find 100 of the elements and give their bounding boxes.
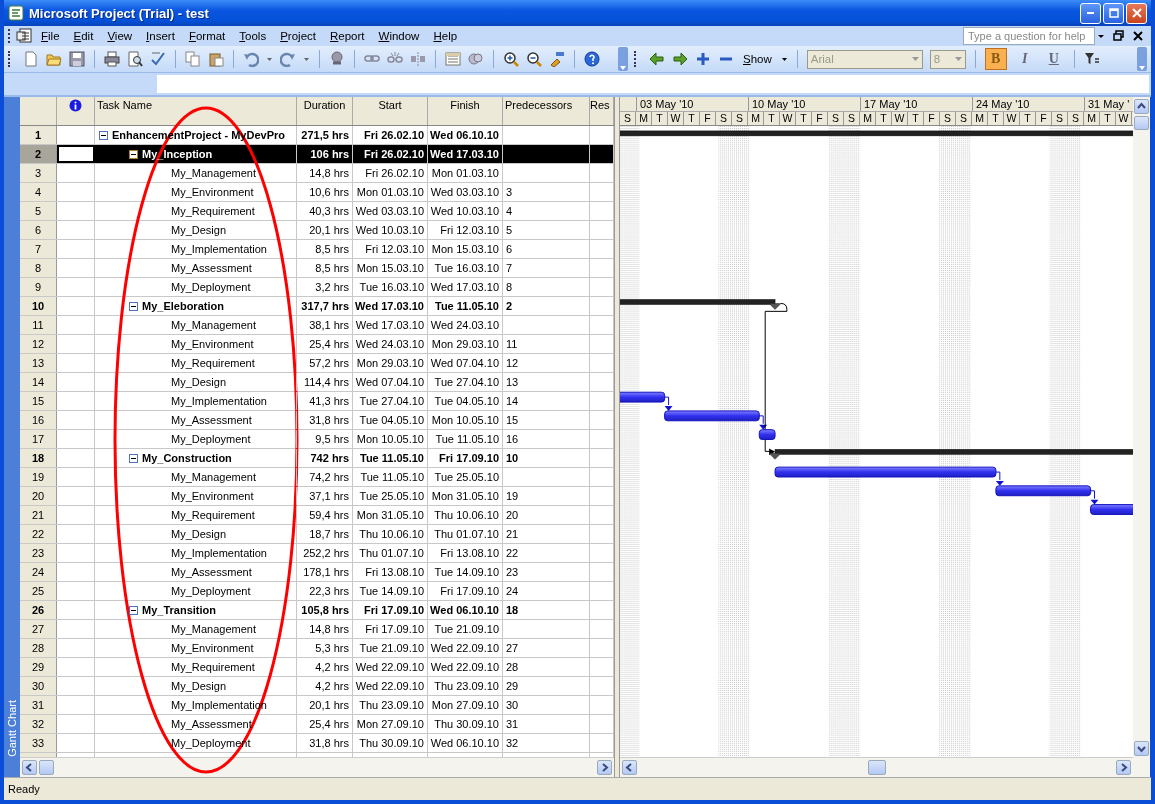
column-header[interactable]: Finish <box>428 97 503 125</box>
task-row[interactable]: 26 My_Transition 105,8 hrs Fri 17.09.10 Wed 06.10.10 18 <box>20 601 614 620</box>
task-row[interactable]: 28 My_Environment 5,3 hrs Tue 21.09.10 Wed 22.09.10 27 <box>20 639 614 658</box>
scroll-right-button[interactable] <box>597 760 612 775</box>
task-row[interactable]: 32 My_Assessment 25,4 hrs Mon 27.09.10 Thu 30.09.10 31 <box>20 715 614 734</box>
column-header[interactable]: Duration <box>297 97 353 125</box>
task-row[interactable]: 14 My_Design 114,4 hrs Wed 07.04.10 Tue 27.04.10 13 <box>20 373 614 392</box>
finish-date-cell: Wed 17.03.10 <box>428 145 503 163</box>
menu-item[interactable]: Format <box>181 28 233 44</box>
entry-field[interactable] <box>157 75 1149 93</box>
zoom-in-icon[interactable] <box>503 51 519 67</box>
menu-item[interactable]: Tools <box>232 28 274 44</box>
menu-item[interactable]: Edit <box>66 28 101 44</box>
task-row[interactable]: 4 My_Environment 10,6 hrs Mon 01.03.10 Wed 03.03.10 3 <box>20 183 614 202</box>
show-menu-button[interactable]: Show <box>741 53 774 65</box>
print-preview-icon[interactable] <box>127 51 143 67</box>
restore-icon[interactable] <box>1113 30 1125 42</box>
filter-icon[interactable] <box>1083 51 1100 67</box>
task-row[interactable]: 22 My_Design 18,7 hrs Thu 10.06.10 Thu 01.07.10 21 <box>20 525 614 544</box>
task-row[interactable]: 6 My_Design 20,1 hrs Wed 10.03.10 Fri 12.03.10 5 <box>20 221 614 240</box>
task-row[interactable]: 19 My_Management 74,2 hrs Tue 11.05.10 Tue 25.05.10 <box>20 468 614 487</box>
menu-item[interactable]: Report <box>323 28 372 44</box>
task-row[interactable]: 9 My_Deployment 3,2 hrs Tue 16.03.10 Wed 17.03.10 8 <box>20 278 614 297</box>
predecessors-cell: 8 <box>503 278 590 296</box>
task-row[interactable]: 17 My_Deployment 9,5 hrs Mon 10.05.10 Tue 11.05.10 16 <box>20 430 614 449</box>
scroll-down-button[interactable] <box>1134 741 1149 756</box>
toolbar-options-icon[interactable] <box>619 63 627 71</box>
task-row[interactable]: 15 My_Implementation 41,3 hrs Tue 27.04.10 Tue 04.05.10 14 <box>20 392 614 411</box>
task-bar[interactable] <box>664 410 760 422</box>
scroll-right-button[interactable] <box>1116 760 1131 775</box>
task-row[interactable]: 7 My_Implementation 8,5 hrs Fri 12.03.10 Mon 15.03.10 6 <box>20 240 614 259</box>
zoom-out-icon[interactable] <box>526 51 542 67</box>
collapse-icon[interactable] <box>129 301 138 311</box>
left-arrow-icon[interactable] <box>649 51 665 67</box>
minimize-button[interactable] <box>1080 2 1101 24</box>
task-bar[interactable] <box>995 485 1092 497</box>
summary-bar[interactable] <box>620 299 782 310</box>
scroll-up-button[interactable] <box>1134 99 1149 114</box>
undo-icon[interactable] <box>243 51 259 67</box>
task-row[interactable]: 5 My_Requirement 40,3 hrs Wed 03.03.10 Wed 10.03.10 4 <box>20 202 614 221</box>
task-row[interactable]: 24 My_Assessment 178,1 hrs Fri 13.08.10 Tue 14.09.10 23 <box>20 563 614 582</box>
column-header[interactable]: Predecessors <box>503 97 590 125</box>
scrollbar-thumb[interactable] <box>1134 116 1149 130</box>
paste-icon[interactable] <box>208 51 224 67</box>
task-row[interactable]: 30 My_Design 4,2 hrs Wed 22.09.10 Thu 23.09.10 29 <box>20 677 614 696</box>
copy-picture-icon[interactable] <box>549 51 565 67</box>
menu-item[interactable]: Window <box>371 28 427 44</box>
menu-item[interactable]: Project <box>273 28 323 44</box>
scroll-left-button[interactable] <box>22 760 37 775</box>
print-icon[interactable] <box>104 51 120 67</box>
menu-item[interactable]: Help <box>426 28 465 44</box>
maximize-button[interactable] <box>1103 2 1124 24</box>
collapse-icon[interactable] <box>129 605 138 615</box>
task-row[interactable]: 10 My_Eleboration 317,7 hrs Wed 17.03.10 Tue 11.05.10 2 <box>20 297 614 316</box>
scrollbar-thumb[interactable] <box>867 760 886 775</box>
task-bar[interactable] <box>774 466 997 478</box>
close-icon[interactable] <box>1133 31 1143 41</box>
collapse-icon[interactable] <box>129 453 138 463</box>
task-row[interactable]: 12 My_Environment 25,4 hrs Wed 24.03.10 Mon 29.03.10 11 <box>20 335 614 354</box>
task-row[interactable]: 11 My_Management 38,1 hrs Wed 17.03.10 Wed 24.03.10 <box>20 316 614 335</box>
redo-icon[interactable] <box>280 51 296 67</box>
summary-bar[interactable] <box>620 130 1133 137</box>
view-bar[interactable]: Gantt Chart <box>4 97 20 777</box>
task-notes-icon[interactable] <box>468 51 484 67</box>
close-button[interactable] <box>1126 2 1147 24</box>
task-bar[interactable] <box>758 429 776 441</box>
right-arrow-icon[interactable] <box>672 51 688 67</box>
task-bar[interactable] <box>620 391 666 403</box>
help-search-field[interactable]: Type a question for help <box>963 27 1095 45</box>
task-row[interactable]: 13 My_Requirement 57,2 hrs Mon 29.03.10 Wed 07.04.10 12 <box>20 354 614 373</box>
save-icon[interactable] <box>69 51 85 67</box>
help-icon[interactable] <box>584 51 600 67</box>
format-toggle-button[interactable]: I <box>1013 48 1036 70</box>
task-row[interactable]: 27 My_Management 14,8 hrs Fri 17.09.10 Tue 21.09.10 <box>20 620 614 639</box>
new-file-icon[interactable] <box>23 51 39 67</box>
collapse-icon[interactable] <box>129 149 138 159</box>
menu-item[interactable]: File <box>34 28 67 44</box>
collapse-icon[interactable] <box>99 130 108 140</box>
spelling-check-icon[interactable] <box>150 51 166 67</box>
scrollbar-thumb[interactable] <box>39 760 54 775</box>
menu-item[interactable]: View <box>100 28 140 44</box>
task-row[interactable]: 23 My_Implementation 252,2 hrs Thu 01.07.10 Fri 13.08.10 22 <box>20 544 614 563</box>
task-row[interactable]: 16 My_Assessment 31,8 hrs Tue 04.05.10 Mon 10.05.10 15 <box>20 411 614 430</box>
open-folder-icon[interactable] <box>46 51 62 67</box>
task-row[interactable]: 21 My_Requirement 59,4 hrs Mon 31.05.10 Thu 10.06.10 20 <box>20 506 614 525</box>
toolbar-options-icon[interactable] <box>1138 63 1146 71</box>
task-row[interactable]: 20 My_Environment 37,1 hrs Tue 25.05.10 Mon 31.05.10 19 <box>20 487 614 506</box>
scroll-left-button[interactable] <box>622 760 637 775</box>
column-header[interactable]: Start <box>353 97 428 125</box>
task-row[interactable]: 3 My_Management 14,8 hrs Fri 26.02.10 Mon 01.03.10 <box>20 164 614 183</box>
task-row[interactable]: 25 My_Deployment 22,3 hrs Tue 14.09.10 Fri 17.09.10 24 <box>20 582 614 601</box>
task-row[interactable]: 18 My_Construction 742 hrs Tue 11.05.10 Fri 17.09.10 10 <box>20 449 614 468</box>
task-row[interactable]: 29 My_Requirement 4,2 hrs Wed 22.09.10 Wed 22.09.10 28 <box>20 658 614 677</box>
column-header[interactable]: Task Name <box>95 97 297 125</box>
plus-icon[interactable] <box>695 51 711 67</box>
globe-link-icon[interactable] <box>329 51 345 67</box>
menu-item[interactable]: Insert <box>139 28 182 44</box>
format-toggle-button[interactable]: U <box>1042 48 1065 70</box>
task-row[interactable]: 8 My_Assessment 8,5 hrs Mon 15.03.10 Tue 16.03.10 7 <box>20 259 614 278</box>
summary-bar[interactable] <box>768 449 1133 460</box>
